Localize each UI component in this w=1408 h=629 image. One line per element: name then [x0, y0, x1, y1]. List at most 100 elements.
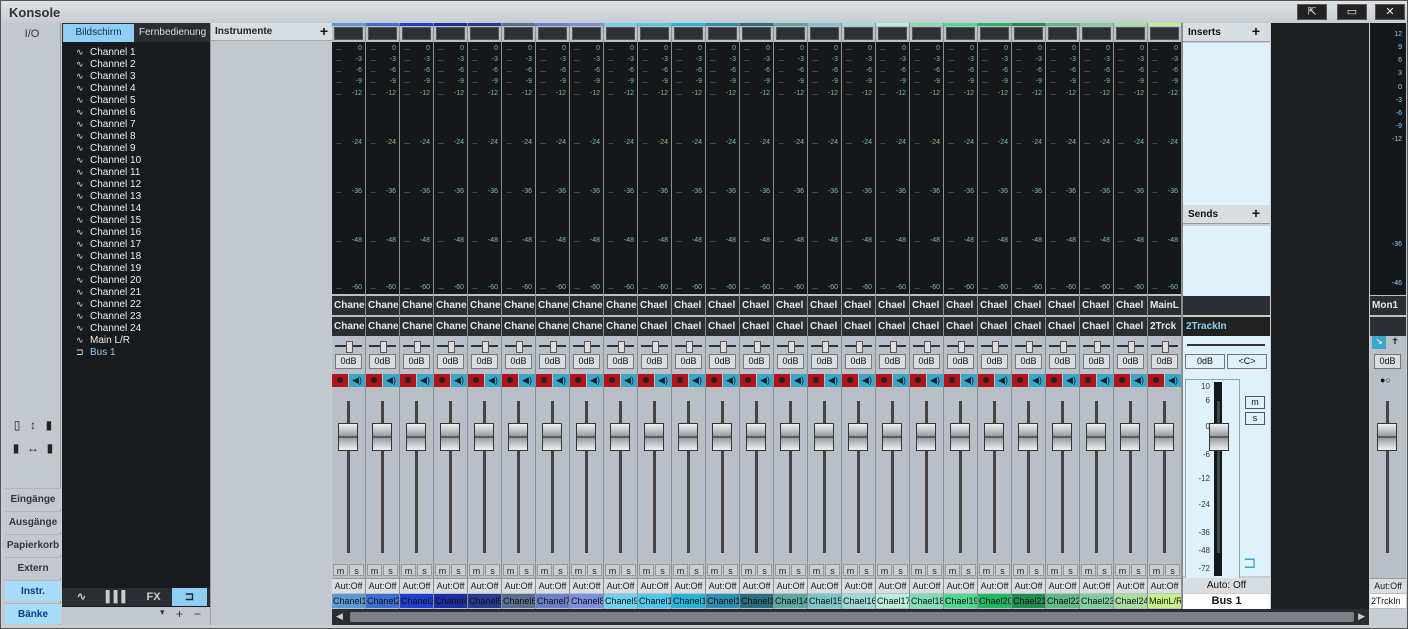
fader-knob[interactable]	[848, 423, 868, 451]
solo-button[interactable]: s	[1097, 564, 1112, 576]
browser-item[interactable]: ∿ Channel 20	[76, 274, 206, 286]
channel-label[interactable]: Chanel4	[434, 594, 467, 608]
add-insert-button[interactable]: +	[1252, 23, 1260, 39]
monitor-button[interactable]: ◀)	[485, 374, 501, 387]
pan-slider[interactable]	[607, 341, 634, 353]
scrollbar-thumb[interactable]	[350, 612, 1354, 622]
nav-banks[interactable]: Bänke	[5, 603, 61, 624]
gain-value[interactable]: 0dB	[1117, 354, 1144, 369]
add-button[interactable]: +	[176, 607, 183, 621]
gain-value[interactable]: 0dB	[879, 354, 906, 369]
browser-item[interactable]: ∿ Channel 11	[76, 166, 206, 178]
record-button[interactable]	[570, 374, 586, 387]
solo-button[interactable]: s	[451, 564, 466, 576]
pan-slider[interactable]	[471, 341, 498, 353]
automation-mode[interactable]: Aut:Off	[604, 578, 637, 593]
channel-name[interactable]: Chael	[672, 296, 705, 315]
channel-label[interactable]: Chanel1	[332, 594, 365, 608]
gain-value[interactable]: 0dB	[335, 354, 362, 369]
fader-knob[interactable]	[644, 423, 664, 451]
mute-button[interactable]: m	[877, 564, 892, 576]
close-icon[interactable]: ✕	[1375, 4, 1405, 20]
channel-label[interactable]: Chanel8	[570, 594, 603, 608]
solo-button[interactable]: s	[349, 564, 364, 576]
fader-knob[interactable]	[610, 423, 630, 451]
solo-button[interactable]: s	[995, 564, 1010, 576]
gain-value[interactable]: 0dB	[573, 354, 600, 369]
channel-input[interactable]: Chael	[638, 317, 671, 336]
record-button[interactable]	[910, 374, 926, 387]
channel-input[interactable]: Chael	[1114, 317, 1147, 336]
channel-label[interactable]: Chael23	[1080, 594, 1113, 608]
fader-knob[interactable]	[440, 423, 460, 451]
fader-knob[interactable]	[338, 423, 358, 451]
browser-item-bus[interactable]: ⊐ Bus 1	[76, 346, 206, 358]
peak-indicator[interactable]	[606, 27, 635, 40]
browser-item[interactable]: ∿ Channel 22	[76, 298, 206, 310]
io-button[interactable]: I/O	[3, 25, 61, 43]
pan-slider[interactable]	[879, 341, 906, 353]
fader-knob[interactable]	[882, 423, 902, 451]
channel-input[interactable]: Chane	[366, 317, 399, 336]
peak-indicator[interactable]	[1150, 27, 1179, 40]
browser-item[interactable]: ∿ Channel 6	[76, 106, 206, 118]
pan-slider[interactable]	[981, 341, 1008, 353]
gain-value[interactable]: 0dB	[403, 354, 430, 369]
channel-label[interactable]: Chael17	[876, 594, 909, 608]
channel-input[interactable]: Chane	[434, 317, 467, 336]
peak-indicator[interactable]	[402, 27, 431, 40]
solo-button[interactable]: s	[655, 564, 670, 576]
channel-name[interactable]: Chane	[366, 296, 399, 315]
browser-item[interactable]: ∿ Channel 9	[76, 142, 206, 154]
channel-label[interactable]: Chael16	[842, 594, 875, 608]
channel-label[interactable]: MainL/R	[1148, 594, 1181, 608]
mute-button[interactable]: m	[401, 564, 416, 576]
record-button[interactable]	[366, 374, 382, 387]
pan-slider[interactable]	[505, 341, 532, 353]
waveform-icon[interactable]: ∿	[64, 588, 99, 606]
channel-input[interactable]: Chael	[910, 317, 943, 336]
solo-button[interactable]: s	[553, 564, 568, 576]
record-button[interactable]	[1046, 374, 1062, 387]
automation-mode[interactable]: Aut:Off	[774, 578, 807, 593]
channel-name[interactable]: Chane	[536, 296, 569, 315]
pan-slider[interactable]	[1151, 341, 1178, 353]
channel-name[interactable]: Chane	[570, 296, 603, 315]
automation-mode[interactable]: Aut:Off	[638, 578, 671, 593]
channel-name[interactable]: Chael	[808, 296, 841, 315]
channel-label[interactable]: Chael19	[944, 594, 977, 608]
channel-label[interactable]: Chanel12	[706, 594, 739, 608]
fx-tab[interactable]: FX	[136, 588, 171, 606]
solo-button[interactable]: s	[791, 564, 806, 576]
nav-trash[interactable]: Papierkorb	[5, 534, 61, 555]
gain-value[interactable]: 0dB	[947, 354, 974, 369]
peak-indicator[interactable]	[1116, 27, 1145, 40]
mute-button[interactable]: m	[1013, 564, 1028, 576]
record-button[interactable]	[1114, 374, 1130, 387]
browser-item[interactable]: ∿ Channel 24	[76, 322, 206, 334]
monitor-button[interactable]: ◀)	[825, 374, 841, 387]
solo-button[interactable]: s	[893, 564, 908, 576]
browser-item[interactable]: ∿ Channel 15	[76, 214, 206, 226]
monitor-button[interactable]: ◀)	[349, 374, 365, 387]
gain-value[interactable]: 0dB	[845, 354, 872, 369]
channel-name[interactable]: Chael	[944, 296, 977, 315]
channel-input[interactable]: Chane	[536, 317, 569, 336]
pan-slider[interactable]	[1015, 341, 1042, 353]
fader-knob[interactable]	[1154, 423, 1174, 451]
gain-value[interactable]: 0dB	[913, 354, 940, 369]
dropdown-icon[interactable]: ▾	[160, 607, 165, 618]
browser-item[interactable]: ∿ Main L/R	[76, 334, 206, 346]
record-button[interactable]	[706, 374, 722, 387]
pan-slider[interactable]	[743, 341, 770, 353]
gain-value[interactable]: 0dB	[607, 354, 634, 369]
height-toggle-icon[interactable]: ▯ ↕ ▮	[9, 415, 57, 435]
monitor-pin-icon[interactable]: ✝	[1388, 336, 1402, 349]
fader-knob[interactable]	[678, 423, 698, 451]
channel-input[interactable]: Chane	[468, 317, 501, 336]
mute-button[interactable]: m	[1115, 564, 1130, 576]
channel-label[interactable]: Chanel11	[672, 594, 705, 608]
pan-slider[interactable]	[539, 341, 566, 353]
monitor-button[interactable]: ◀)	[1029, 374, 1045, 387]
solo-button[interactable]: s	[757, 564, 772, 576]
